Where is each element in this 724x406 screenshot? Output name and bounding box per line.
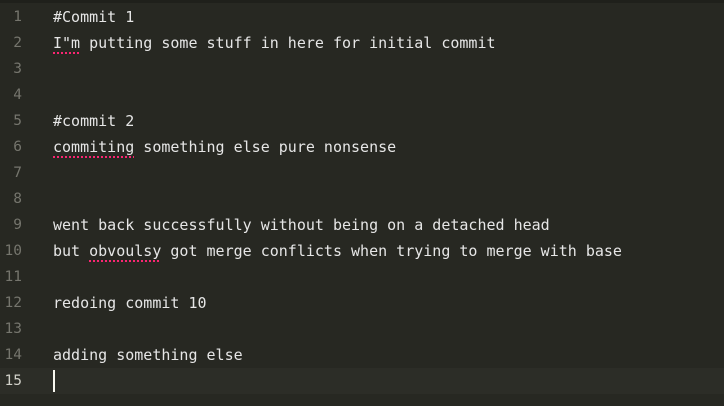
line-number: 6 (13, 139, 22, 155)
editor-line[interactable]: 6 commiting something else pure nonsense (0, 134, 724, 160)
misspelled-word[interactable]: I"m (53, 34, 80, 52)
line-text-segment: redoing commit 10 (53, 294, 207, 312)
editor-line[interactable]: 2 I"m putting some stuff in here for ini… (0, 30, 724, 56)
line-text[interactable]: went back successfully without being on … (53, 212, 550, 238)
line-text[interactable]: #Commit 1 (53, 4, 134, 30)
text-editor[interactable]: 1 #Commit 1 2 I"m putting some stuff in … (0, 0, 724, 406)
line-number: 11 (4, 269, 22, 285)
line-number: 15 (4, 373, 22, 389)
line-text[interactable]: but obvoulsy got merge conflicts when tr… (53, 238, 622, 264)
line-number: 3 (13, 61, 22, 77)
editor-line[interactable]: 13 (0, 316, 724, 342)
line-text-segment: putting some stuff in here for initial c… (80, 34, 496, 52)
editor-line[interactable]: 1 #Commit 1 (0, 4, 724, 30)
line-number: 5 (13, 113, 22, 129)
line-number: 12 (4, 295, 22, 311)
line-number: 13 (4, 321, 22, 337)
editor-line[interactable]: 9 went back successfully without being o… (0, 212, 724, 238)
editor-line[interactable]: 4 (0, 82, 724, 108)
line-text-segment: #Commit 1 (53, 8, 135, 26)
line-text[interactable]: #commit 2 (53, 108, 134, 134)
editor-line[interactable]: 5 #commit 2 (0, 108, 724, 134)
line-text-segment: but (53, 242, 90, 260)
line-text-segment: got merge conflicts when trying to merge… (161, 242, 622, 260)
editor-line[interactable]: 12 redoing commit 10 (0, 290, 724, 316)
line-number: 9 (13, 217, 22, 233)
line-number: 8 (13, 191, 22, 207)
editor-line[interactable]: 10 but obvoulsy got merge conflicts when… (0, 238, 724, 264)
editor-line[interactable]: 7 (0, 160, 724, 186)
line-text[interactable]: commiting something else pure nonsense (53, 134, 396, 160)
editor-line-current[interactable]: 15 (0, 368, 724, 394)
line-text-segment: something else pure nonsense (134, 138, 397, 156)
editor-line[interactable]: 8 (0, 186, 724, 212)
line-number: 10 (4, 243, 22, 259)
line-text-segment: #commit 2 (53, 112, 135, 130)
line-text[interactable]: redoing commit 10 (53, 290, 207, 316)
editor-line[interactable]: 3 (0, 56, 724, 82)
editor-line[interactable]: 14 adding something else (0, 342, 724, 368)
editor-line[interactable]: 11 (0, 264, 724, 290)
line-number: 2 (13, 35, 22, 51)
line-text-segment: went back successfully without being on … (53, 216, 550, 234)
editor-top-border (0, 0, 724, 3)
text-cursor (53, 370, 55, 392)
line-number: 14 (4, 347, 22, 363)
line-number: 4 (13, 87, 22, 103)
editor-lines[interactable]: 1 #Commit 1 2 I"m putting some stuff in … (0, 4, 724, 394)
misspelled-word[interactable]: commiting (53, 138, 134, 156)
line-text[interactable]: I"m putting some stuff in here for initi… (53, 30, 496, 56)
misspelled-word[interactable]: obvoulsy (89, 242, 161, 260)
line-text-segment: adding something else (53, 346, 243, 364)
line-number: 1 (13, 9, 22, 25)
line-number: 7 (13, 165, 22, 181)
line-text[interactable]: adding something else (53, 342, 243, 368)
